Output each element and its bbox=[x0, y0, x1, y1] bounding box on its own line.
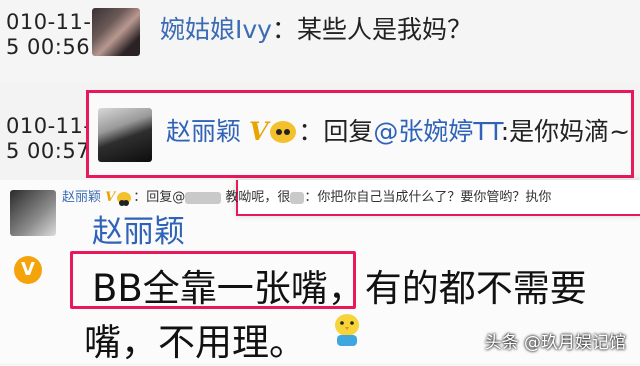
vip-badge-icon: V bbox=[14, 256, 42, 284]
comment-text: 赵丽颖 V ：回复@张婉婷TT:是你妈滴~ bbox=[166, 112, 630, 148]
timestamp: 010-11- 5 00:56 bbox=[6, 10, 91, 60]
highlighted-phrase: BB全靠一张嘴 bbox=[92, 267, 328, 310]
timestamp-line2: 5 00:57 bbox=[6, 139, 91, 163]
pig-face-icon bbox=[270, 121, 297, 143]
mention-link[interactable]: @张婉婷TT bbox=[373, 117, 500, 146]
verified-icon: V bbox=[248, 117, 269, 146]
timestamp-line2: 5 00:56 bbox=[6, 35, 91, 59]
username-large[interactable]: 赵丽颖 bbox=[92, 206, 185, 251]
timestamp-line1: 010-11- bbox=[6, 114, 92, 138]
reply-prefix: ：回复@ bbox=[133, 190, 186, 205]
blurred-text bbox=[185, 191, 222, 204]
message-line-2: 嘴，不用理。 bbox=[84, 321, 306, 364]
reply-prefix: ：回复 bbox=[298, 117, 374, 146]
avatar[interactable] bbox=[10, 190, 56, 236]
comment-text: 婉姑娘Ivy：某些人是我妈？ bbox=[160, 10, 472, 46]
reply-body: ：你把你自己当成什么了？要你管哟？执你 bbox=[304, 190, 552, 205]
watermark: 头条 @玖月娱记馆 bbox=[484, 333, 626, 353]
username-link[interactable]: 赵丽颖 bbox=[166, 117, 241, 146]
comment-row-1: 010-11- 5 00:56 婉姑娘Ivy：某些人是我妈？ bbox=[0, 0, 640, 82]
timestamp-line1: 010-11- bbox=[6, 10, 92, 34]
message-rest: ，有的都不需要 bbox=[327, 267, 587, 310]
username-link[interactable]: 赵丽颖 bbox=[62, 190, 101, 205]
message-line-1: BB全靠一张嘴，有的都不需要 bbox=[92, 258, 587, 312]
pig-face-icon bbox=[117, 192, 132, 206]
username-link[interactable]: 婉姑娘Ivy bbox=[160, 15, 272, 44]
comment-body: ：某些人是我妈？ bbox=[271, 15, 472, 44]
reply-mid: 教呦呢，很 bbox=[225, 190, 291, 205]
avatar[interactable] bbox=[98, 108, 152, 162]
timestamp: 010-11- 5 00:57 bbox=[6, 114, 91, 164]
verified-icon: V bbox=[105, 190, 116, 205]
comment-body: :是你妈滴~ bbox=[500, 117, 631, 146]
reply-line: 赵丽颖 V ：回复@ 教呦呢，很 ：你把你自己当成什么了？要你管哟？执你 bbox=[62, 186, 552, 206]
blurred-text bbox=[290, 191, 305, 204]
avatar[interactable] bbox=[92, 8, 140, 56]
chick-emoji-icon bbox=[335, 314, 359, 346]
